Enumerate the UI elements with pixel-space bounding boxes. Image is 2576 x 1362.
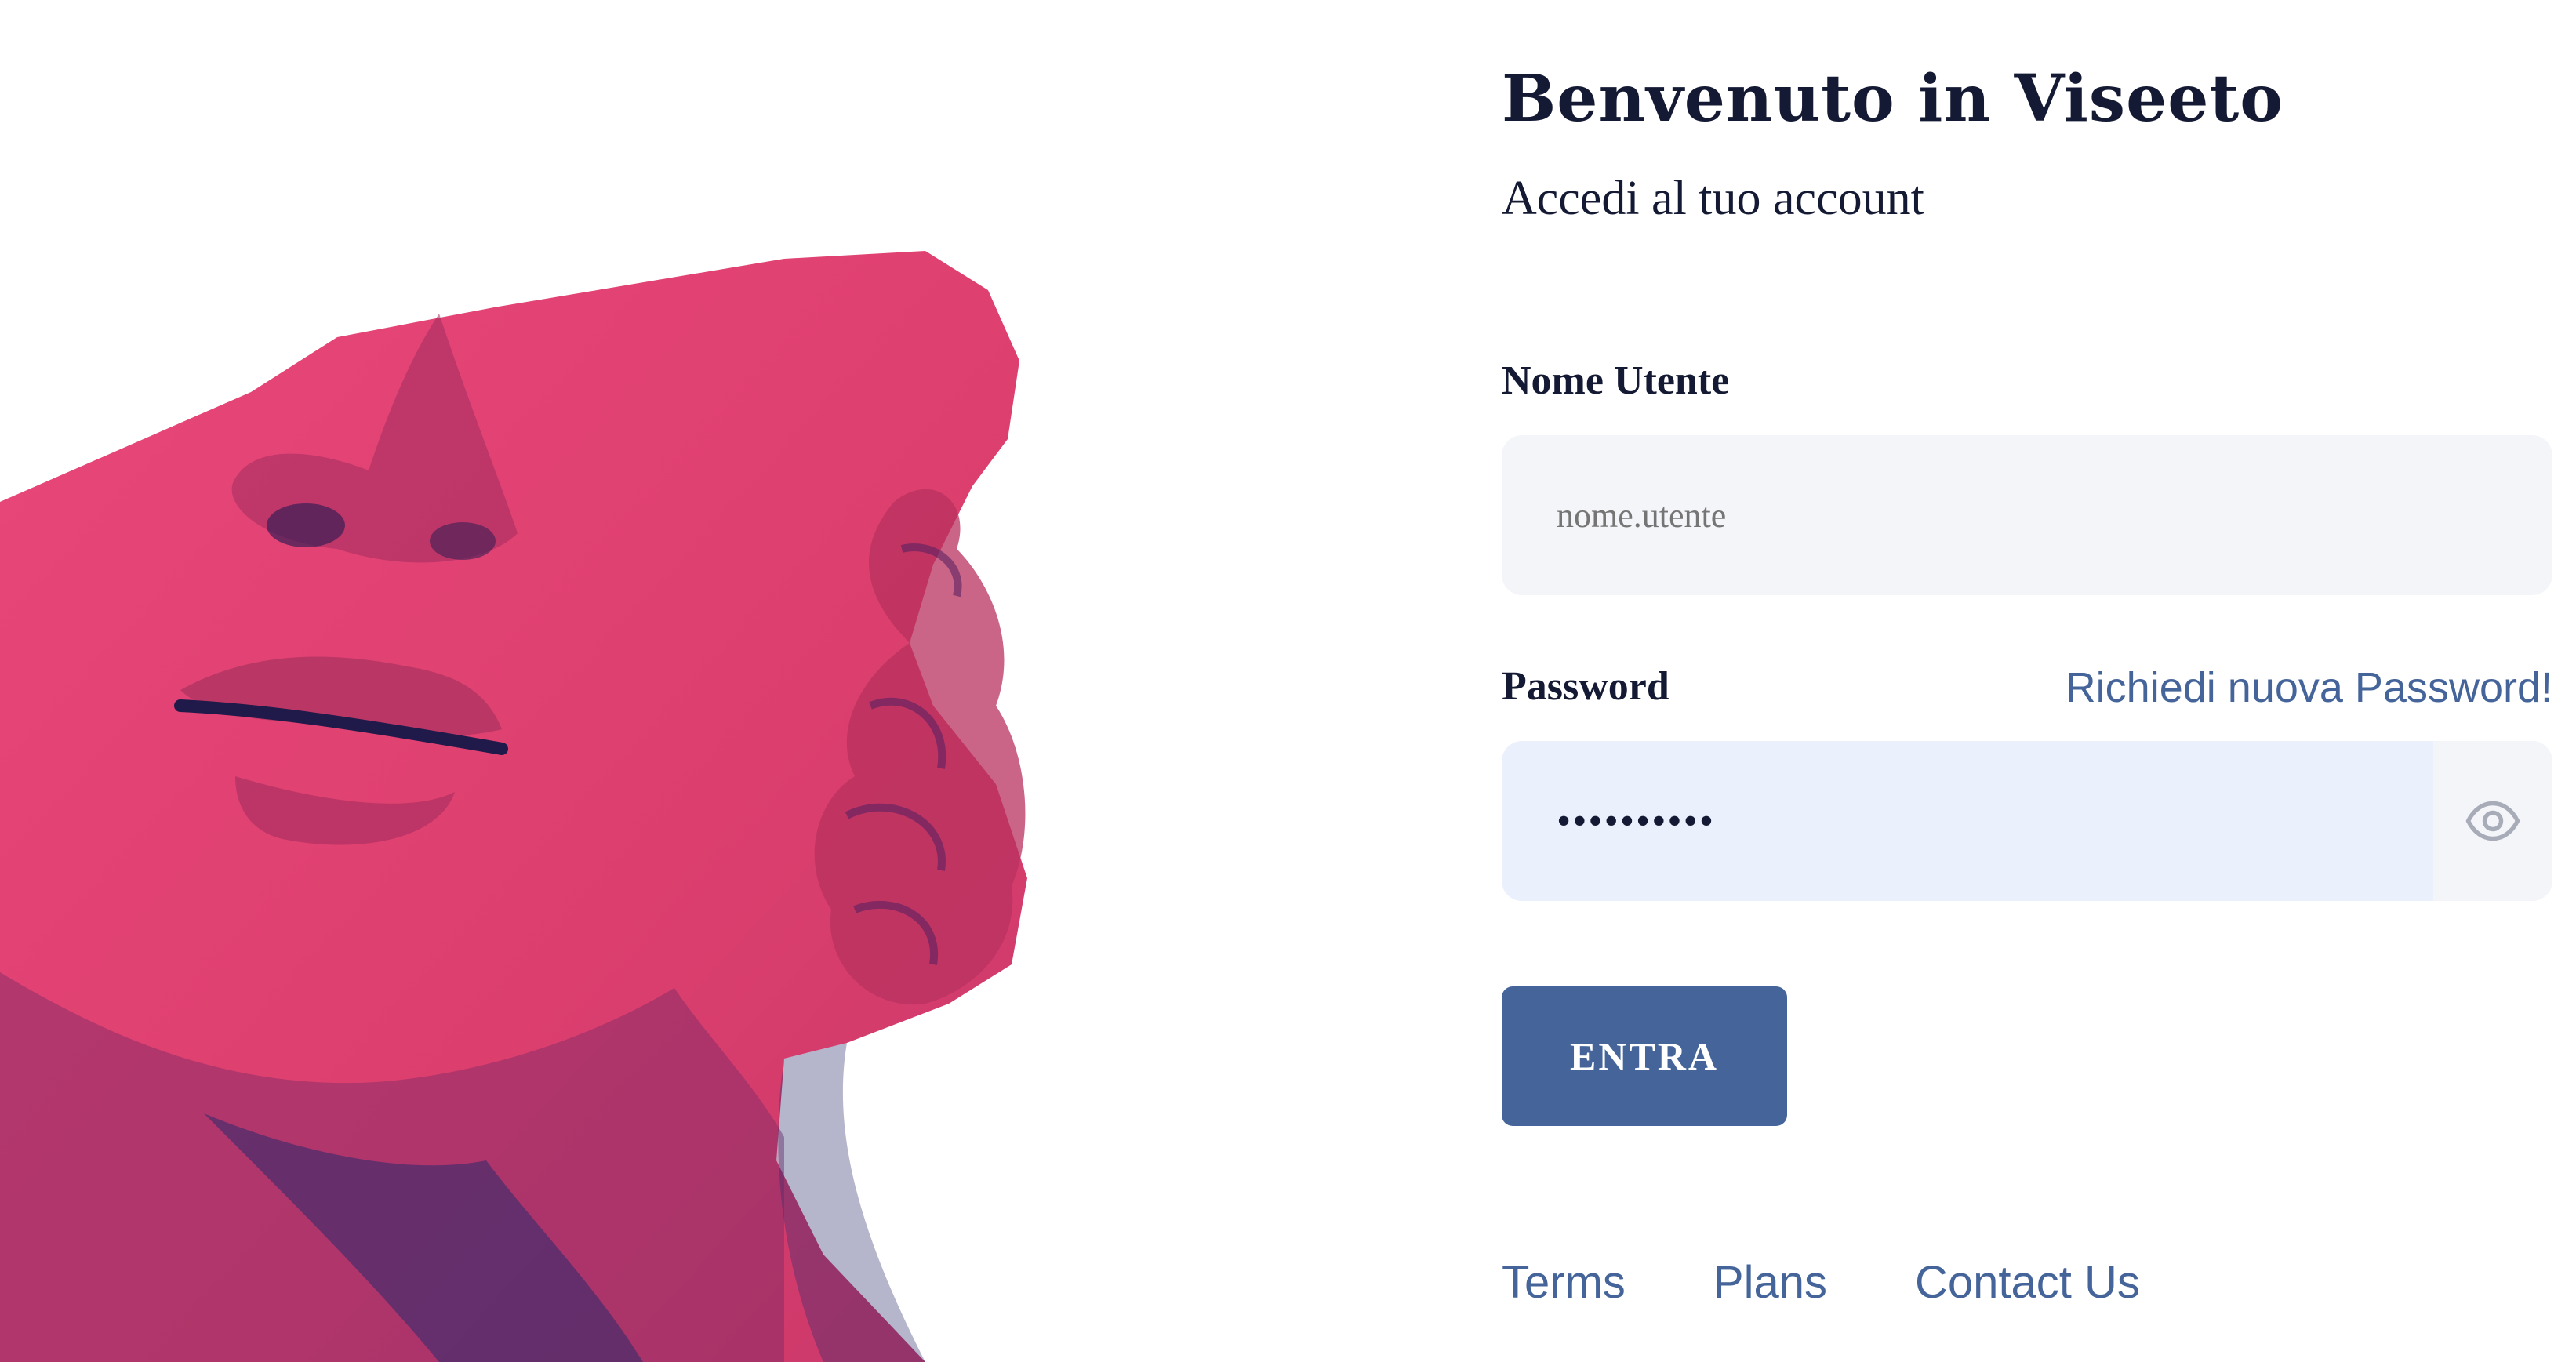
login-panel: Benvenuto in Viseeto Accedi al tuo accou… — [1502, 0, 2552, 1362]
username-input[interactable] — [1502, 435, 2552, 595]
show-password-toggle[interactable] — [2433, 741, 2552, 901]
username-field — [1502, 435, 2552, 595]
page-title: Benvenuto in Viseeto — [1502, 61, 2284, 136]
footer-links: Terms Plans Contact Us — [1502, 1256, 2140, 1309]
page-subtitle: Accedi al tuo account — [1502, 172, 1924, 225]
username-label: Nome Utente — [1502, 358, 1730, 403]
login-page: Benvenuto in Viseeto Accedi al tuo accou… — [0, 0, 2576, 1362]
terms-link[interactable]: Terms — [1502, 1256, 1626, 1309]
eye-icon — [2465, 801, 2520, 841]
password-label: Password — [1502, 664, 1669, 709]
login-button[interactable]: ENTRA — [1502, 986, 1787, 1126]
password-input[interactable] — [1502, 741, 2433, 901]
statue-illustration — [0, 0, 1098, 1362]
contact-link[interactable]: Contact Us — [1915, 1256, 2140, 1309]
forgot-password-link[interactable]: Richiedi nuova Password! — [2066, 663, 2552, 712]
plans-link[interactable]: Plans — [1713, 1256, 1827, 1309]
password-field — [1502, 741, 2552, 901]
